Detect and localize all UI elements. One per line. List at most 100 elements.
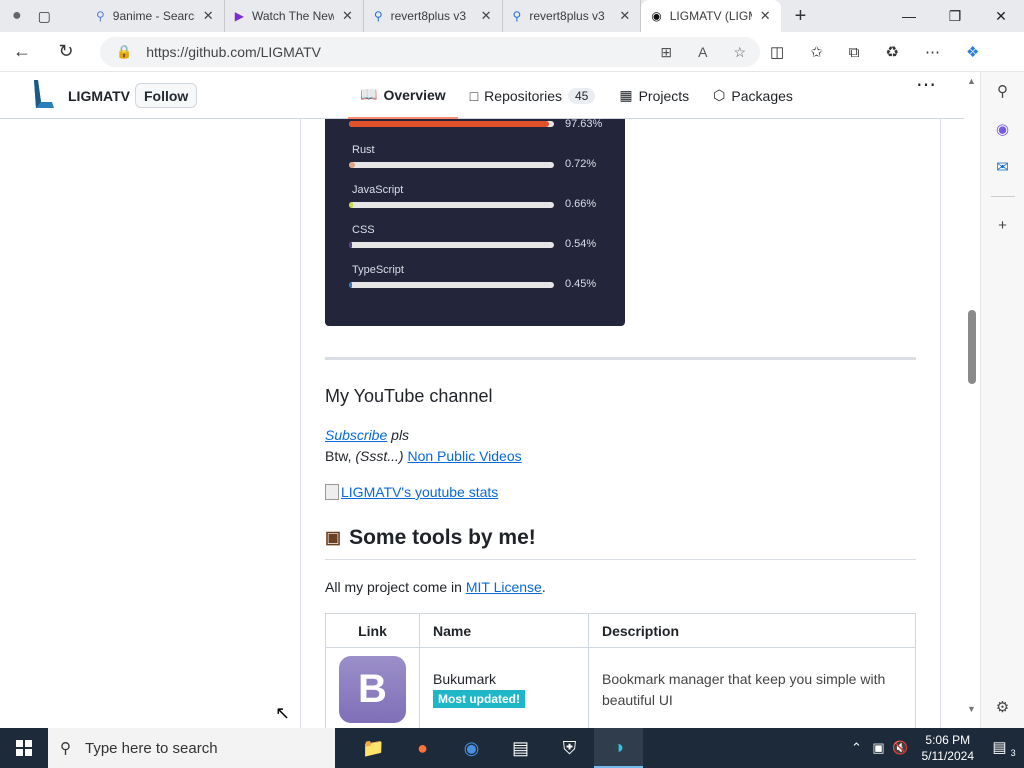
lock-icon[interactable]: 🔒 [116,44,132,60]
back-icon[interactable]: ← [0,41,44,62]
repo-count: 45 [568,87,596,104]
search-icon: ⚲ [60,740,71,757]
column-header: Name [419,613,589,648]
mit-license-link[interactable]: MIT License [466,579,542,595]
sidebar-divider [990,196,1015,197]
chevron-up-icon[interactable]: ⌃ [846,740,868,756]
youtube-stats-image-link[interactable]: LIGMATV's youtube stats [325,484,498,500]
profile-nav: 📖 Overview □ Repositories 45 ▦ Projects … [348,72,805,119]
close-icon[interactable]: ✕ [619,8,630,24]
bukumark-app-icon[interactable]: B [339,656,406,723]
collections-icon[interactable]: ⧉ [849,44,860,61]
tab-3[interactable]: ⚲ revert8plus v3 ✕ [364,0,503,32]
edge-sidebar: ⚲ ◉ ✉ + ⚙ [980,72,1024,728]
language-bar [349,202,554,208]
more-menu-icon[interactable]: ⋯ [925,43,940,61]
language-name: JavaScript [352,184,404,196]
scroll-down-icon[interactable]: ▼ [967,704,976,714]
settings-gear-icon[interactable]: ⚙ [996,698,1009,716]
profile-icon[interactable]: ● [12,7,22,25]
browser-toolbar-icons: ◫ ✩ ⧉ ♻ ⋯ ❖ [770,32,979,72]
username[interactable]: LIGMATV [68,88,130,104]
tab-actions-icon[interactable]: ▢ [38,8,51,25]
section-divider [325,357,916,360]
table-header-row: Link Name Description [325,613,916,648]
notification-count: 3 [1010,748,1016,758]
close-icon[interactable]: ✕ [481,8,492,24]
scrollbar-thumb[interactable] [968,310,976,384]
close-icon[interactable]: ✕ [203,8,214,24]
start-button[interactable] [0,728,48,768]
add-icon[interactable]: + [998,217,1007,234]
split-screen-icon[interactable]: ◫ [770,43,784,61]
language-percent: 0.72% [565,158,597,170]
notification-center[interactable]: ▤ 3 [984,738,1024,758]
package-icon: ⬡ [713,87,726,103]
language-percent: 0.54% [565,238,597,250]
window-close-icon[interactable]: ✕ [978,0,1024,32]
mouse-cursor-icon: ↖ [275,703,291,723]
browser-titlebar: ● ▢ ⚲ 9anime - Search ✕ ▶ Watch The New … [0,0,1024,32]
column-header: Link [325,613,420,648]
page-scrollbar[interactable]: ▲ ▼ [964,72,980,728]
favorites-icon[interactable]: ✩ [810,43,823,61]
office-icon[interactable]: ◉ [996,120,1009,138]
youtube-stats-alt[interactable]: LIGMATV's youtube stats [341,484,498,500]
tab-repositories[interactable]: □ Repositories 45 [458,72,608,119]
extensions-icon[interactable]: ♻ [885,43,898,61]
tab-packages[interactable]: ⬡ Packages [701,72,805,119]
network-icon[interactable]: ▣ [868,740,890,756]
url-text: https://github.com/LIGMATV [146,44,321,60]
license-line: All my project come in MIT License. [325,579,546,595]
taskbar-apps: 📁 ● ◉ ▤ ⛨ ◑ [349,728,643,768]
tool-description: Bookmark manager that keep you simple wi… [588,647,916,728]
edge-icon[interactable]: ◑ [594,728,643,768]
url-field[interactable]: 🔒 https://github.com/LIGMATV ⊞ A ☆ [100,37,760,67]
chrome-icon[interactable]: ◉ [447,728,496,768]
follow-button[interactable]: Follow [135,83,198,108]
license-prefix: All my project come in [325,579,462,595]
heading-underline [325,559,916,560]
address-bar: ← ↻ 🔒 https://github.com/LIGMATV ⊞ A ☆ ◫… [0,32,1024,72]
language-bar-fill [349,202,354,208]
clock[interactable]: 5:06 PM 5/11/2024 [912,732,985,764]
tab-2[interactable]: ▶ Watch The New ✕ [225,0,364,32]
window-controls: — ❐ ✕ [886,0,1024,32]
security-shield-icon[interactable]: ⛨ [545,728,594,768]
tab-projects[interactable]: ▦ Projects [607,72,701,119]
tab-overview[interactable]: 📖 Overview [348,72,458,119]
new-tab-icon[interactable]: + [795,5,807,28]
close-icon[interactable]: ✕ [342,8,353,24]
user-avatar-logo[interactable] [32,80,56,110]
taskbar-search[interactable]: ⚲ Type here to search [48,728,335,768]
tools-heading: ▣ Some tools by me! [325,526,536,550]
tools-heading-text: Some tools by me! [349,526,536,549]
outlook-icon[interactable]: ✉ [996,158,1009,176]
tab-5[interactable]: ◉ LIGMATV (LIGMATV) ✕ [641,0,781,32]
table-row: B Bukumark Most updated! Bookmark manage… [325,647,916,728]
minimize-icon[interactable]: — [886,0,932,32]
copilot-icon[interactable]: ❖ [966,43,979,61]
file-explorer-icon[interactable]: 📁 [349,728,398,768]
non-public-videos-link[interactable]: Non Public Videos [407,448,521,464]
search-icon[interactable]: ⚲ [997,82,1008,100]
read-aloud-icon[interactable]: A [698,44,707,61]
tab-title: revert8plus v3 [390,9,467,23]
firefox-icon[interactable]: ● [398,728,447,768]
tab-4[interactable]: ⚲ revert8plus v3 ✕ [503,0,642,32]
tab-label: Repositories [484,87,562,104]
tab-1[interactable]: ⚲ 9anime - Search ✕ [86,0,225,32]
more-options-icon[interactable]: ⋯ [916,72,936,97]
refresh-icon[interactable]: ↻ [44,41,88,62]
scroll-up-icon[interactable]: ▲ [967,76,976,86]
app-window-icon[interactable]: ▤ [496,728,545,768]
subscribe-link[interactable]: Subscribe [325,427,387,443]
restore-icon[interactable]: ❐ [932,0,978,32]
volume-muted-icon[interactable]: 🔇 [890,740,912,756]
subscribe-suffix: pls [391,427,410,443]
time: 5:06 PM [925,733,971,747]
language-bar-fill [349,242,353,248]
app-available-icon[interactable]: ⊞ [660,44,672,61]
close-icon[interactable]: ✕ [760,8,771,24]
favorite-star-icon[interactable]: ☆ [733,44,746,61]
